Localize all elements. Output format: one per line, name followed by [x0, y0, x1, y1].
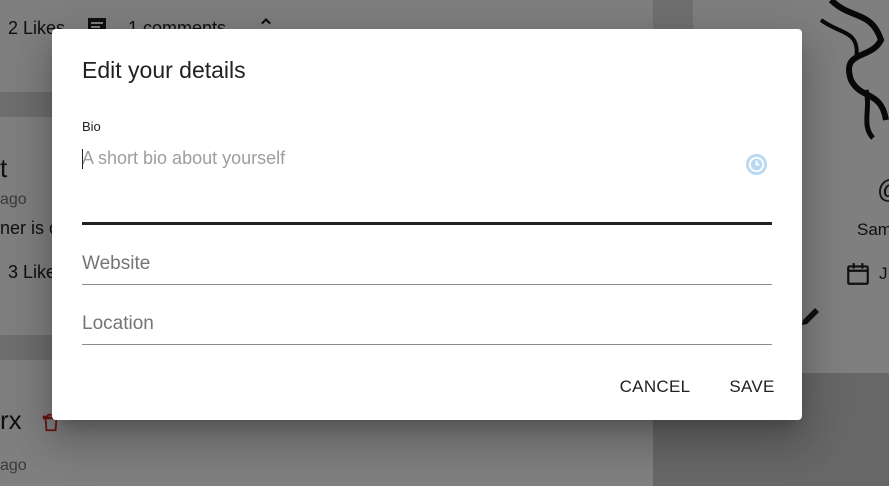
location-input[interactable] [82, 311, 772, 337]
cancel-button[interactable]: Cancel [612, 369, 698, 405]
website-field [82, 245, 772, 285]
save-button[interactable]: Save [720, 369, 784, 405]
location-underline [82, 344, 772, 345]
grammarly-icon[interactable] [745, 153, 768, 176]
bio-underline [82, 222, 772, 225]
bio-input[interactable] [82, 145, 732, 215]
website-input[interactable] [82, 251, 772, 277]
bio-field: Bio [82, 119, 772, 225]
website-underline [82, 284, 772, 285]
dialog-title: Edit your details [82, 57, 246, 83]
bio-label: Bio [82, 119, 101, 134]
location-field [82, 305, 772, 345]
edit-details-dialog: Edit your details Bio Cancel Save [52, 29, 802, 420]
text-caret [82, 149, 83, 169]
